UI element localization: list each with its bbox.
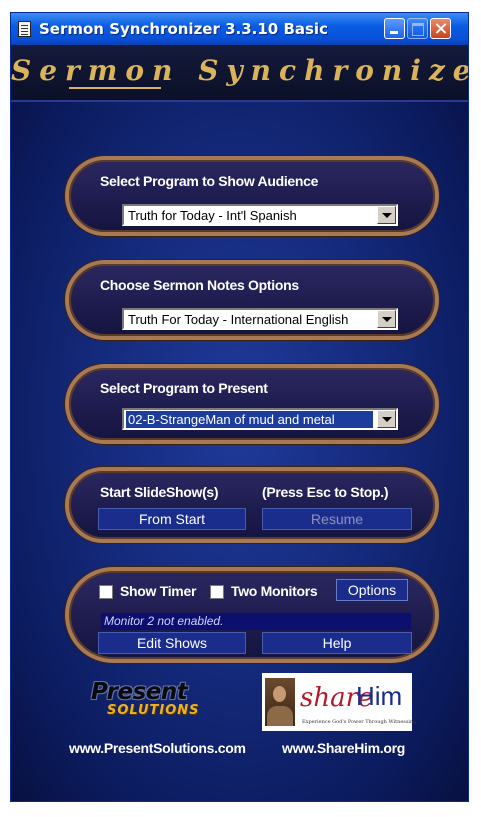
two-monitors-checkbox[interactable]	[210, 585, 224, 599]
audience-program-select[interactable]: Truth for Today - Int'l Spanish	[122, 204, 398, 226]
app-document-icon[interactable]	[18, 21, 31, 37]
options-group: Show Timer Two Monitors Options Monitor …	[65, 567, 439, 663]
slideshow-label: Start SlideShow(s)	[100, 484, 219, 500]
dropdown-arrow-icon[interactable]	[377, 410, 396, 428]
sermon-notes-value: Truth For Today - International English	[128, 312, 349, 327]
minimize-button[interactable]	[384, 18, 405, 39]
banner-title: Sermon Synchronizer	[11, 54, 469, 89]
sermon-notes-label: Choose Sermon Notes Options	[100, 277, 299, 293]
dropdown-arrow-icon[interactable]	[377, 310, 396, 328]
show-timer-checkbox[interactable]	[99, 585, 113, 599]
window-title: Sermon Synchronizer 3.3.10 Basic	[39, 20, 328, 38]
close-button[interactable]	[430, 18, 451, 39]
header-banner: Sermon Synchronizer	[11, 45, 468, 102]
sharehim-link[interactable]: www.ShareHim.org	[282, 740, 405, 756]
present-program-label: Select Program to Present	[100, 380, 268, 396]
slideshow-hint: (Press Esc to Stop.)	[262, 484, 389, 500]
main-panel: Select Program to Show Audience Truth fo…	[11, 102, 468, 801]
slideshow-group: Start SlideShow(s) (Press Esc to Stop.) …	[65, 467, 439, 543]
present-solutions-logo[interactable]: Present SOLUTIONS	[85, 679, 205, 739]
portrait-image	[265, 678, 295, 726]
sharehim-him-word: Him	[356, 681, 403, 711]
present-logo-word: Present	[91, 679, 188, 705]
options-button[interactable]: Options	[336, 579, 408, 601]
sermon-notes-select[interactable]: Truth For Today - International English	[122, 308, 398, 330]
monitor-status-text: Monitor 2 not enabled.	[101, 613, 411, 630]
sharehim-logo[interactable]: share Him Experience God's Power Through…	[262, 673, 416, 731]
maximize-button	[407, 18, 428, 39]
app-window: Sermon Synchronizer 3.3.10 Basic Sermon …	[10, 12, 469, 802]
show-timer-label: Show Timer	[120, 583, 197, 599]
audience-program-group: Select Program to Show Audience Truth fo…	[65, 156, 439, 236]
dropdown-arrow-icon[interactable]	[377, 206, 396, 224]
help-button[interactable]: Help	[262, 632, 412, 654]
sharehim-tagline: Experience God's Power Through Witnessin…	[302, 719, 417, 725]
present-program-value: 02-B-StrangeMan of mud and metal	[126, 411, 373, 428]
solutions-logo-word: SOLUTIONS	[107, 703, 200, 718]
present-program-select[interactable]: 02-B-StrangeMan of mud and metal	[122, 408, 398, 430]
from-start-button[interactable]: From Start	[98, 508, 246, 530]
two-monitors-label: Two Monitors	[231, 583, 318, 599]
edit-shows-button[interactable]: Edit Shows	[98, 632, 246, 654]
present-program-group: Select Program to Present 02-B-StrangeMa…	[65, 364, 439, 444]
audience-program-label: Select Program to Show Audience	[100, 173, 319, 189]
title-bar[interactable]: Sermon Synchronizer 3.3.10 Basic	[11, 13, 468, 45]
resume-button[interactable]: Resume	[262, 508, 412, 530]
audience-program-value: Truth for Today - Int'l Spanish	[128, 208, 297, 223]
present-solutions-link[interactable]: www.PresentSolutions.com	[69, 740, 246, 756]
sermon-notes-group: Choose Sermon Notes Options Truth For To…	[65, 260, 439, 340]
